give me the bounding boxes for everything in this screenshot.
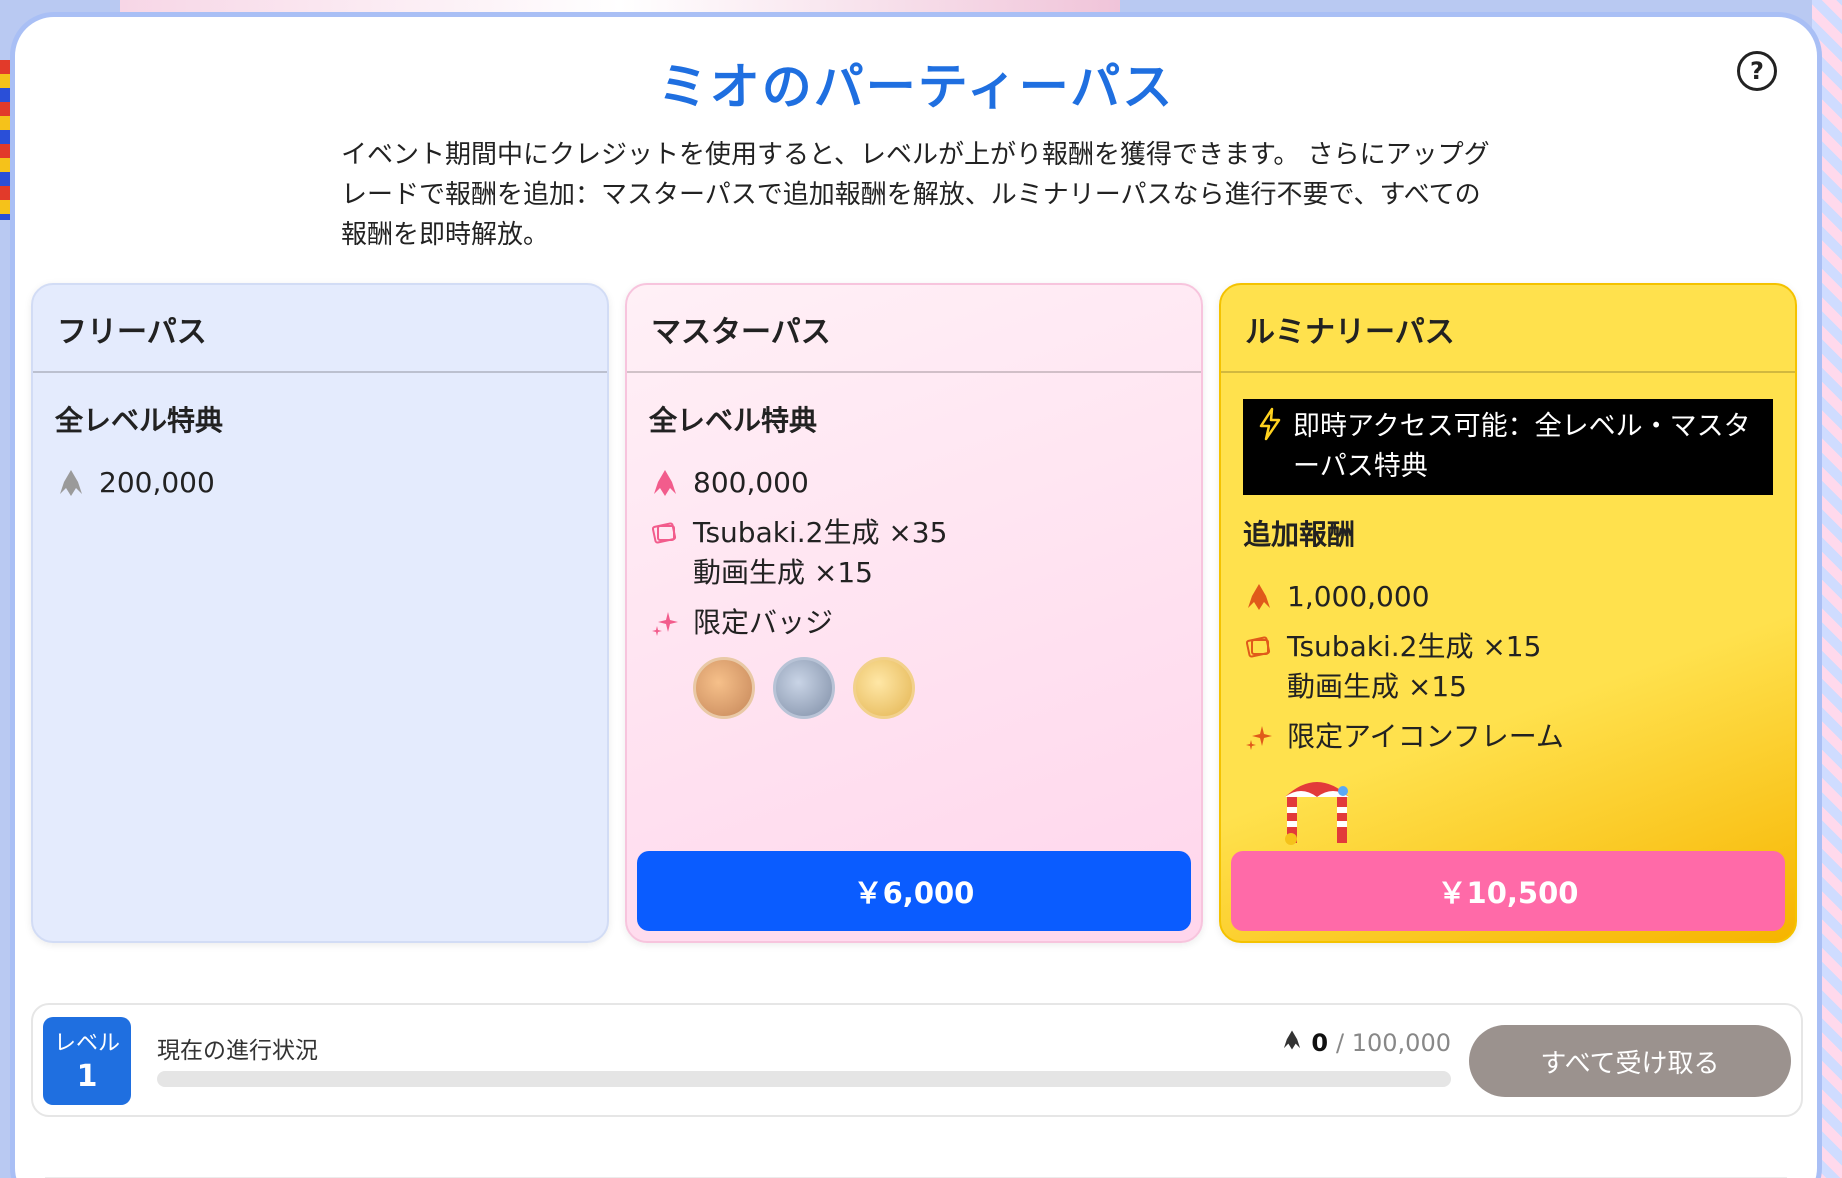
free-pass-credits-reward: 200,000 bbox=[55, 463, 585, 503]
question-circle-icon: ? bbox=[1750, 57, 1764, 85]
master-pass-generation-reward: Tsubaki.2生成 ×35 動画生成 ×15 bbox=[649, 513, 1179, 593]
modal-title: ミオのパーティーパス bbox=[657, 58, 1175, 116]
luminary-pass-title: ルミナリーパス bbox=[1221, 285, 1795, 373]
level-label: レベル bbox=[53, 1031, 120, 1056]
free-pass-section-title: 全レベル特典 bbox=[55, 404, 224, 437]
progress-count: 0 / 100,000 bbox=[1281, 1029, 1451, 1057]
cards-icon bbox=[649, 513, 681, 553]
progress-bar bbox=[157, 1071, 1451, 1087]
luminary-pass-video-gen: 動画生成 ×15 bbox=[1287, 670, 1467, 703]
luminary-pass-generation-reward: Tsubaki.2生成 ×15 動画生成 ×15 bbox=[1243, 627, 1773, 707]
master-pass-buy-button[interactable]: ￥6,000 bbox=[637, 851, 1191, 931]
luminary-pass-credits-reward: 1,000,000 bbox=[1243, 577, 1773, 617]
credits-icon bbox=[1243, 577, 1275, 617]
master-pass-card: マスターパス 全レベル特典 800,000 Tsubaki.2生成 ×35 動画… bbox=[625, 283, 1203, 943]
master-pass-badge-label: 限定バッジ bbox=[693, 606, 834, 639]
cards-icon bbox=[1243, 627, 1275, 667]
luminary-pass-credits: 1,000,000 bbox=[1287, 580, 1430, 613]
luminary-pass-image-gen: Tsubaki.2生成 ×15 bbox=[1287, 630, 1542, 663]
circus-frame-icon bbox=[1277, 767, 1357, 847]
level-number: 1 bbox=[76, 1059, 98, 1094]
credits-icon bbox=[649, 463, 681, 503]
progress-current: 0 bbox=[1311, 1029, 1329, 1057]
star-balloon-badge-icon bbox=[693, 657, 755, 719]
master-pass-credits-reward: 800,000 bbox=[649, 463, 1179, 503]
claim-all-button[interactable]: すべて受け取る bbox=[1469, 1025, 1791, 1097]
credits-icon bbox=[55, 463, 87, 503]
lightning-icon bbox=[1257, 407, 1285, 487]
pass-cards: フリーパス 全レベル特典 200,000 マスターパス 全レベル特典 800,0… bbox=[31, 283, 1803, 943]
master-pass-image-gen: Tsubaki.2生成 ×35 bbox=[693, 516, 948, 549]
party-pass-modal: ミオのパーティーパス ? イベント期間中にクレジットを使用すると、レベルが上がり… bbox=[10, 12, 1822, 1178]
luminary-pass-frame-reward: 限定アイコンフレーム bbox=[1243, 717, 1773, 757]
sparkle-icon bbox=[649, 603, 681, 643]
luminary-pass-frame-label: 限定アイコンフレーム bbox=[1287, 720, 1564, 753]
help-button[interactable]: ? bbox=[1737, 51, 1777, 91]
progress-max: / 100,000 bbox=[1336, 1029, 1451, 1057]
master-pass-section-title: 全レベル特典 bbox=[649, 404, 818, 437]
circus-tent-badge-icon bbox=[853, 657, 915, 719]
master-pass-credits: 800,000 bbox=[693, 466, 809, 499]
sparkle-icon bbox=[1243, 717, 1275, 757]
free-pass-credits: 200,000 bbox=[99, 466, 215, 499]
badge-list bbox=[693, 657, 1179, 719]
instant-access-text: 即時アクセス可能：全レベル・マスターパス特典 bbox=[1293, 411, 1751, 482]
instant-access-notice: 即時アクセス可能：全レベル・マスターパス特典 bbox=[1243, 399, 1773, 495]
master-pass-badge-reward: 限定バッジ bbox=[649, 603, 1179, 643]
level-indicator: レベル 1 bbox=[43, 1017, 131, 1105]
modal-description: イベント期間中にクレジットを使用すると、レベルが上がり報酬を獲得できます。 さら… bbox=[341, 140, 1490, 250]
magic-hat-badge-icon bbox=[773, 657, 835, 719]
free-pass-title: フリーパス bbox=[33, 285, 607, 373]
credits-icon bbox=[1281, 1029, 1303, 1057]
luminary-pass-buy-button[interactable]: ￥10,500 bbox=[1231, 851, 1785, 931]
master-pass-video-gen: 動画生成 ×15 bbox=[693, 556, 873, 589]
free-pass-card: フリーパス 全レベル特典 200,000 bbox=[31, 283, 609, 943]
luminary-pass-card: ルミナリーパス 即時アクセス可能：全レベル・マスターパス特典 追加報酬 1,00… bbox=[1219, 283, 1797, 943]
luminary-pass-section-title: 追加報酬 bbox=[1243, 518, 1356, 551]
progress-label: 現在の進行状況 bbox=[157, 1038, 318, 1064]
progress-panel: レベル 1 現在の進行状況 0 / 100,000 すべて受け取る bbox=[31, 1003, 1803, 1117]
master-pass-title: マスターパス bbox=[627, 285, 1201, 373]
